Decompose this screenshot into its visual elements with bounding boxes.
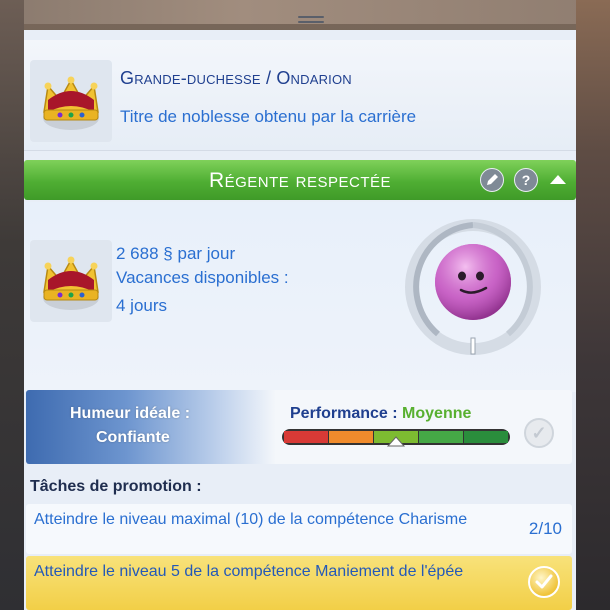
daily-pay: 2 688 § par jour [116, 244, 235, 264]
career-title: Grande-duchesse / Ondarion [120, 68, 352, 88]
crown-icon [30, 240, 112, 322]
chevron-up-icon[interactable] [550, 175, 566, 184]
career-panel: Grande-duchesse / Ondarion Titre de nobl… [24, 30, 576, 610]
check-icon [528, 566, 560, 598]
pink-sim-face-icon [405, 219, 541, 355]
promotion-task: Atteindre le niveau maximal (10) de la c… [26, 504, 572, 554]
currency-symbol: § [163, 244, 173, 263]
ideal-mood-label: Humeur idéale : [70, 405, 191, 422]
promotion-tasks-header: Tâches de promotion : [30, 478, 202, 495]
performance-value: Moyenne [402, 405, 472, 422]
pencil-icon[interactable] [480, 168, 504, 192]
ideal-mood-value: Confiante [96, 429, 170, 446]
check-icon: ✓ [524, 418, 554, 448]
performance-label-text: Performance : [290, 405, 398, 422]
question-icon[interactable]: ? [514, 168, 538, 192]
pay-suffix: par jour [177, 244, 236, 263]
performance-label: Performance : Moyenne [290, 405, 471, 423]
vacation-days: 4 jours [116, 296, 168, 315]
career-level-bar: Régente respectée ? [24, 160, 576, 200]
career-header-card: Grande-duchesse / Ondarion Titre de nobl… [24, 40, 576, 151]
vacation-label: Vacances disponibles : [116, 268, 289, 287]
career-subtitle: Titre de noblesse obtenu par la carrière [120, 107, 417, 126]
ideal-mood-box: Humeur idéale : Confiante [26, 390, 276, 464]
career-info-area: 2 688 § par jour Vacances disponibles : … [24, 202, 576, 392]
promotion-task-count: 2/10 [528, 519, 562, 538]
pay-amount: 2 688 [116, 244, 159, 263]
drag-handle[interactable] [298, 16, 324, 26]
background-scene-right [576, 0, 610, 610]
background-scene-left [0, 0, 24, 610]
performance-meter [282, 429, 510, 447]
promotion-task: Atteindre le niveau 5 de la compétence M… [26, 556, 572, 610]
promotion-task-text: Atteindre le niveau maximal (10) de la c… [34, 511, 468, 528]
crown-icon [30, 60, 112, 142]
promotion-task-text: Atteindre le niveau 5 de la compétence M… [34, 563, 464, 580]
performance-card: Humeur idéale : Confiante Performance : … [26, 390, 572, 464]
